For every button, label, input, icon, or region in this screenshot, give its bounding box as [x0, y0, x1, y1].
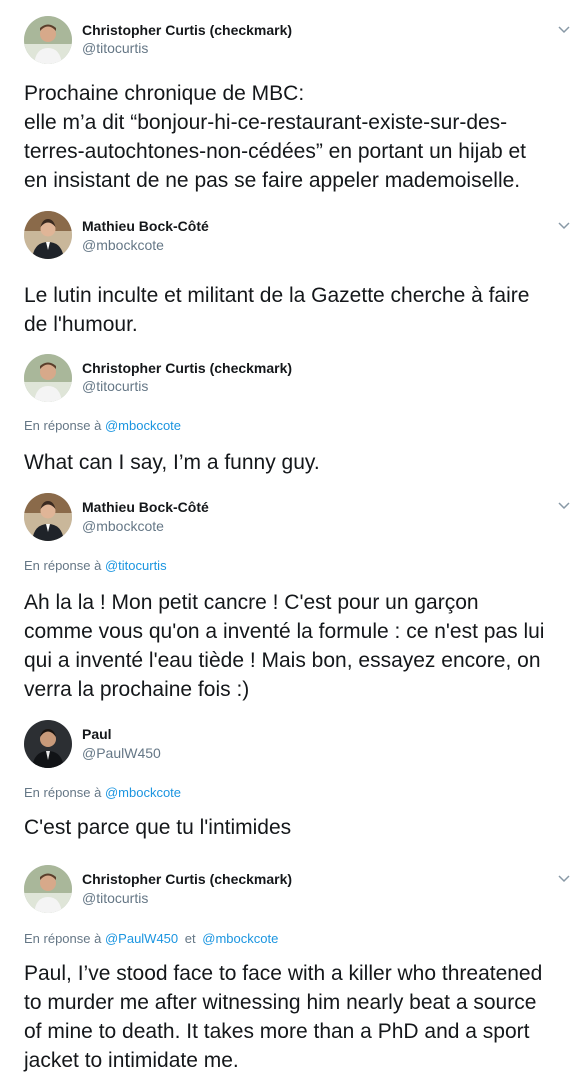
person-photo-icon: [24, 493, 72, 541]
author-handle[interactable]: @titocurtis: [82, 378, 148, 394]
author-name[interactable]: Paul: [82, 726, 112, 742]
tweet-text: Ah la la ! Mon petit cancre ! C'est pour…: [24, 588, 569, 704]
tweet-line: Le lutin inculte et militant de la Gazet…: [24, 284, 530, 307]
author-name[interactable]: Christopher Curtis (checkmark): [82, 871, 292, 887]
author-handle[interactable]: @PaulW450: [82, 745, 161, 761]
reply-context: En réponse à @mbockcote: [24, 418, 181, 433]
reply-context: En réponse à @PaulW450 et @mbockcote: [24, 931, 278, 946]
tweet-line: Prochaine chronique de MBC:: [24, 82, 305, 105]
tweet-line: comme vous qu'on a inventé la formule : …: [24, 620, 545, 643]
reply-joiner: et: [184, 931, 196, 946]
avatar-christopher-curtis[interactable]: [24, 16, 72, 64]
author-handle[interactable]: @mbockcote: [82, 237, 164, 253]
reply-mention-link[interactable]: @PaulW450: [105, 931, 178, 946]
tweet-line: of mine to death. It takes more than a P…: [24, 1020, 530, 1043]
tweet-line: en insistant de ne pas se faire appeler …: [24, 169, 521, 192]
tweet-line: verra la prochaine fois :): [24, 678, 250, 701]
reply-mention-link[interactable]: @mbockcote: [105, 418, 181, 433]
author-handle[interactable]: @mbockcote: [82, 518, 164, 534]
chevron-down-icon[interactable]: [558, 875, 570, 885]
tweet-line: elle m’a dit “bonjour-hi-ce-restaurant-e…: [24, 111, 508, 134]
author-name[interactable]: Mathieu Bock-Côté: [82, 499, 209, 515]
tweet-text: Prochaine chronique de MBC: elle m’a dit…: [24, 79, 569, 195]
avatar-paul[interactable]: [24, 720, 72, 768]
tweet-line: to murder me after witnessing him nearly…: [24, 991, 537, 1014]
author-handle[interactable]: @titocurtis: [82, 40, 148, 56]
chevron-down-icon[interactable]: [558, 222, 570, 232]
person-photo-icon: [24, 354, 72, 402]
author-name[interactable]: Christopher Curtis (checkmark): [82, 360, 292, 376]
tweet-line: terres-autochtones-non-cédées” en portan…: [24, 140, 526, 163]
reply-context: En réponse à @mbockcote: [24, 785, 181, 800]
tweet-line: Paul, I’ve stood face to face with a kil…: [24, 962, 543, 985]
reply-mention-link[interactable]: @mbockcote: [105, 785, 181, 800]
reply-prefix: En réponse à: [24, 418, 102, 433]
tweet-line: Ah la la ! Mon petit cancre ! C'est pour…: [24, 591, 479, 614]
avatar-christopher-curtis[interactable]: [24, 865, 72, 913]
tweet-line: C'est parce que tu l'intimides: [24, 816, 292, 839]
person-photo-icon: [24, 720, 72, 768]
person-photo-icon: [24, 16, 72, 64]
person-photo-icon: [24, 211, 72, 259]
reply-mention-link[interactable]: @mbockcote: [202, 931, 278, 946]
author-name[interactable]: Christopher Curtis (checkmark): [82, 22, 292, 38]
avatar-christopher-curtis[interactable]: [24, 354, 72, 402]
tweet-line: de l'humour.: [24, 313, 138, 336]
tweet-line: jacket to intimidate me.: [24, 1049, 239, 1072]
chevron-down-icon[interactable]: [558, 502, 570, 512]
person-photo-icon: [24, 865, 72, 913]
reply-context: En réponse à @titocurtis: [24, 558, 167, 573]
reply-mention-link[interactable]: @titocurtis: [105, 558, 167, 573]
tweet-text: Le lutin inculte et militant de la Gazet…: [24, 281, 569, 339]
reply-prefix: En réponse à: [24, 931, 102, 946]
avatar-mathieu-bock-cote[interactable]: [24, 493, 72, 541]
tweet-text: Paul, I’ve stood face to face with a kil…: [24, 959, 569, 1075]
tweet-text: C'est parce que tu l'intimides: [24, 813, 569, 842]
chevron-down-icon[interactable]: [558, 26, 570, 36]
reply-prefix: En réponse à: [24, 785, 102, 800]
author-handle[interactable]: @titocurtis: [82, 890, 148, 906]
author-name[interactable]: Mathieu Bock-Côté: [82, 218, 209, 234]
reply-prefix: En réponse à: [24, 558, 102, 573]
avatar-mathieu-bock-cote[interactable]: [24, 211, 72, 259]
tweet-text: What can I say, I’m a funny guy.: [24, 448, 569, 477]
tweet-line: What can I say, I’m a funny guy.: [24, 451, 320, 474]
tweet-line: qui a inventé l'eau tiède ! Mais bon, es…: [24, 649, 541, 672]
